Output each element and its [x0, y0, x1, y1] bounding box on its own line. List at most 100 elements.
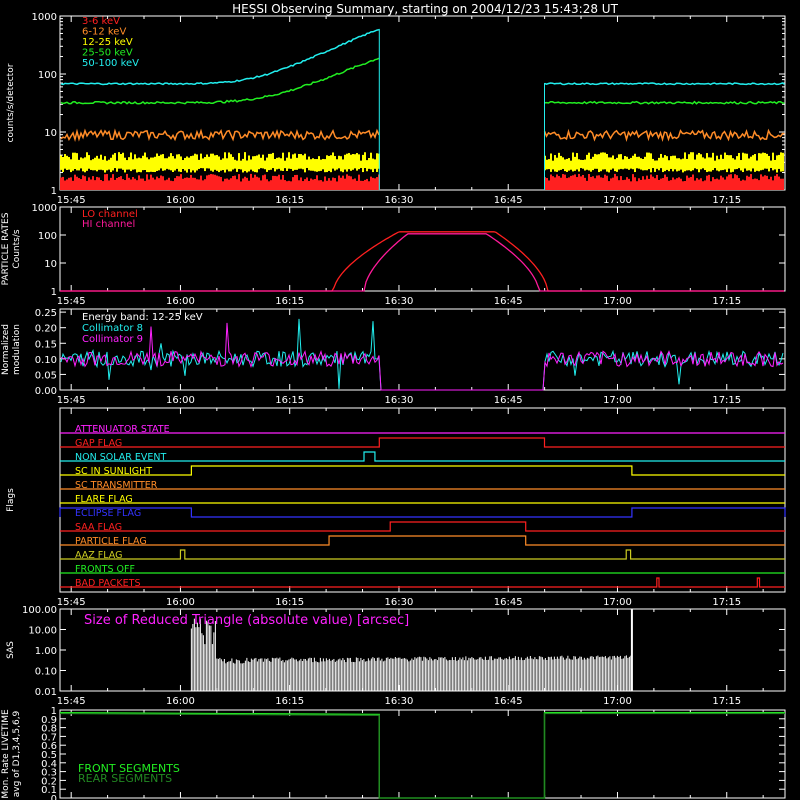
y-tick-label: 10 [44, 128, 57, 139]
x-tick-label: 16:15 [275, 296, 304, 307]
x-tick-label: 15:45 [57, 296, 86, 307]
panels: 15:45 16:00 16:15 16:30 16:45 17:00 17:15 count… [1, 12, 786, 800]
flag-label: ATTENUATOR STATE [75, 424, 170, 435]
y-tick-label: 100 [38, 231, 57, 242]
x-tick-label: 17:00 [603, 395, 632, 406]
y-axis-label: SAS [6, 641, 16, 659]
figure-title: HESSI Observing Summary, starting on 200… [232, 2, 618, 16]
flag-label: ECLIPSE FLAG [75, 508, 141, 519]
y-tick-label: 0.25 [35, 308, 57, 319]
y-axis-label: Counts/s [12, 229, 22, 268]
x-tick-label: 17:00 [603, 597, 632, 608]
panel-count-rates: 15:45 16:00 16:15 16:30 16:45 17:00 17:15 count… [6, 12, 786, 206]
x-tick-label: 17:15 [712, 395, 741, 406]
x-tick-label: 17:15 [712, 296, 741, 307]
flag-label: SC IN SUNLIGHT [75, 466, 152, 477]
legend-entry: 50-100 keV [82, 58, 139, 69]
x-tick-label: 16:00 [166, 195, 195, 206]
particle-series-line [60, 233, 784, 292]
y-tick-label: 1000 [32, 203, 57, 214]
flag-line [60, 465, 785, 476]
x-tick-label: 16:45 [494, 696, 523, 707]
x-tick-label: 17:00 [603, 296, 632, 307]
panel-livetime: 15:4516:0016:1516:3016:4517:0017:15Mon. … [1, 706, 786, 800]
x-tick-label: 16:45 [494, 395, 523, 406]
series-line-50-100-kev [544, 82, 785, 86]
flag-label: PARTICLE FLAG [75, 536, 147, 547]
x-tick-label: 16:45 [494, 597, 523, 608]
y-tick-label: 0.10 [35, 355, 57, 366]
y-tick-label: 0.01 [35, 687, 57, 698]
x-tick-label: 17:00 [603, 696, 632, 707]
x-tick-label: 16:00 [166, 395, 195, 406]
panel-particle-rates: 15:45 16:00 16:15 16:30 16:45 17:00 17:15 PARTI… [1, 203, 786, 307]
flag-line [60, 549, 785, 560]
flag-label: SAA FLAG [75, 522, 122, 533]
y-axis-label: Flags [6, 488, 16, 512]
flag-label: GAP FLAG [75, 438, 122, 449]
x-tick-label: 16:15 [275, 395, 304, 406]
y-tick-label: 1000 [32, 12, 57, 23]
legend-entry: Collimator 8 [82, 323, 143, 334]
y-tick-label: 100 [38, 70, 57, 81]
flag-line [59, 507, 786, 518]
legend-entry: HI channel [82, 219, 135, 230]
y-tick-label: 0.10 [35, 667, 57, 678]
flag-line [60, 535, 785, 546]
sas-annotation: Size of Reduced Triangle (absolute value… [84, 613, 409, 628]
x-tick-label: 16:30 [385, 296, 414, 307]
flag-label: NON SOLAR EVENT [75, 452, 166, 463]
panel-modulation: 15:45 16:00 16:15 16:30 16:45 17:00 17:15 Norma… [1, 308, 786, 406]
x-tick-label: 16:15 [275, 597, 304, 608]
panel-sas: 15:45 16:00 16:15 16:30 16:45 17:00 17:15 SAS 0.… [6, 605, 786, 707]
flag-label: BAD PACKETS [75, 578, 141, 589]
legend-entry: 12-25 keV [82, 37, 133, 48]
flag-line [60, 451, 785, 462]
x-tick-label: 16:00 [166, 696, 195, 707]
panel-frame [59, 206, 786, 292]
y-axis-label: Normalized [1, 324, 11, 375]
y-tick-label: 1 [51, 186, 57, 197]
x-tick-label: 17:00 [603, 195, 632, 206]
flag-line [60, 521, 785, 532]
y-tick-label: 0.20 [35, 324, 57, 335]
particle-series-line [60, 231, 784, 292]
y-tick-label: 1 [51, 287, 57, 298]
x-tick-label: 15:45 [57, 195, 86, 206]
series-line-6-12-kev [60, 128, 380, 143]
modulation-series-line [60, 318, 784, 391]
energy-band-annotation: Energy band: 12-25 keV [82, 312, 203, 323]
y-axis-label: avg of D1,3,4,5,6,9 [12, 710, 22, 797]
y-tick-label: 0.05 [35, 370, 57, 381]
x-tick-label: 17:15 [712, 597, 741, 608]
flag-label: FRONTS OFF [75, 564, 135, 575]
series-line-6-12-kev [543, 128, 785, 143]
y-tick-label: 100.00 [22, 605, 57, 616]
x-tick-label: 16:30 [385, 395, 414, 406]
x-tick-label: 17:15 [712, 696, 741, 707]
x-tick-label: 15:45 [57, 597, 86, 608]
y-tick-label: 1.00 [35, 646, 57, 657]
y-tick-label: 0.00 [35, 386, 57, 397]
y-axis-label: Mon. Rate LIVETIME [1, 709, 11, 799]
y-tick-label: 0.15 [35, 339, 57, 350]
y-tick-label: 1 [51, 706, 57, 717]
x-tick-label: 16:45 [494, 195, 523, 206]
legend-entry: 3-6 keV [82, 16, 120, 27]
panel-flags: 15:45 16:00 16:15 16:30 16:45 17:00 17:15 Flags… [6, 407, 786, 608]
flag-line [60, 577, 785, 588]
x-tick-label: 16:00 [166, 597, 195, 608]
x-tick-label: 15:45 [57, 696, 86, 707]
series-line-25-50-kev [544, 100, 785, 105]
x-tick-label: 16:30 [385, 195, 414, 206]
x-tick-label: 16:15 [275, 696, 304, 707]
flag-line [60, 437, 785, 448]
x-tick-label: 16:15 [275, 195, 304, 206]
observing-summary-figure: HESSI Observing Summary, starting on 200… [1, 2, 786, 800]
flag-label: SC TRANSMITTER [75, 480, 158, 491]
x-tick-label: 16:45 [494, 296, 523, 307]
y-tick-label: 10.00 [28, 626, 57, 637]
x-tick-label: 16:30 [385, 597, 414, 608]
x-tick-label: 17:15 [712, 195, 741, 206]
x-tick-label: 15:45 [57, 395, 86, 406]
